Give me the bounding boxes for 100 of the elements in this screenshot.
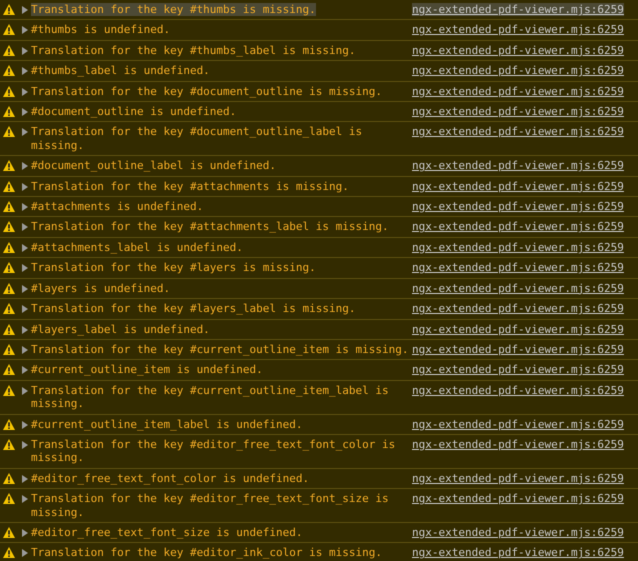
source-link[interactable]: ngx-extended-pdf-viewer.mjs:6259 xyxy=(412,125,624,139)
warning-icon xyxy=(3,472,15,484)
warning-message: Translation for the key #document_outline is missing. xyxy=(31,84,382,98)
expand-triangle-icon[interactable] xyxy=(22,284,28,293)
source-link[interactable]: ngx-extended-pdf-viewer.mjs:6259 xyxy=(412,384,624,398)
expand-triangle-icon[interactable] xyxy=(22,244,28,252)
expand-triangle-icon[interactable] xyxy=(22,108,28,116)
expand-triangle-icon[interactable] xyxy=(22,549,28,558)
source-link[interactable]: ngx-extended-pdf-viewer.mjs:6259 xyxy=(412,84,624,98)
expand-triangle-icon[interactable] xyxy=(22,182,28,191)
expand-triangle-icon[interactable] xyxy=(22,495,28,504)
warning-icon xyxy=(3,201,15,212)
warning-icon xyxy=(3,180,15,192)
warning-message: #attachments_label is undefined. xyxy=(31,240,243,254)
source-link[interactable]: ngx-extended-pdf-viewer.mjs:6259 xyxy=(412,472,624,486)
expand-triangle-icon[interactable] xyxy=(22,46,28,55)
expand-triangle-icon[interactable] xyxy=(22,223,28,232)
expand-triangle-icon[interactable] xyxy=(22,420,28,429)
warning-icon xyxy=(3,364,15,376)
source-link[interactable]: ngx-extended-pdf-viewer.mjs:6259 xyxy=(412,64,624,78)
warning-message: Translation for the key #layers_label is missing. xyxy=(31,302,356,316)
warning-message: Translation for the key #attachments is missing. xyxy=(31,180,349,193)
warning-message: #layers_label is undefined. xyxy=(31,322,210,336)
source-link[interactable]: ngx-extended-pdf-viewer.mjs:6259 xyxy=(412,363,624,377)
warning-message: #editor_free_text_font_color is undefined. xyxy=(31,472,310,485)
expand-triangle-icon[interactable] xyxy=(22,326,28,334)
expand-triangle-icon[interactable] xyxy=(22,528,28,537)
source-link[interactable]: ngx-extended-pdf-viewer.mjs:6259 xyxy=(412,261,624,275)
warning-icon xyxy=(3,160,15,172)
expand-triangle-icon[interactable] xyxy=(22,386,28,395)
warning-message: Translation for the key #thumbs is missing. xyxy=(31,3,316,16)
warning-message: Translation for the key #editor_ink_color is missing. xyxy=(31,546,382,560)
warning-icon xyxy=(3,526,15,538)
expand-triangle-icon[interactable] xyxy=(22,305,28,314)
source-link[interactable]: ngx-extended-pdf-viewer.mjs:6259 xyxy=(412,200,624,214)
warning-icon xyxy=(3,547,15,558)
warning-message: #document_outline is undefined. xyxy=(31,105,236,118)
warning-message: #layers is undefined. xyxy=(31,282,170,295)
source-link[interactable]: ngx-extended-pdf-viewer.mjs:6259 xyxy=(412,220,624,234)
warning-message: #document_outline_label is undefined. xyxy=(31,159,276,172)
warning-message: #editor_free_text_font_size is undefined. xyxy=(31,526,303,539)
source-link[interactable]: ngx-extended-pdf-viewer.mjs:6259 xyxy=(412,438,624,452)
expand-triangle-icon[interactable] xyxy=(22,162,28,170)
warning-message: Translation for the key #editor_free_text_font_size is missing. xyxy=(31,492,390,519)
source-link[interactable]: ngx-extended-pdf-viewer.mjs:6259 xyxy=(412,418,624,431)
source-link[interactable]: ngx-extended-pdf-viewer.mjs:6259 xyxy=(412,526,624,540)
expand-triangle-icon[interactable] xyxy=(22,203,28,212)
expand-triangle-icon[interactable] xyxy=(22,474,28,483)
warning-message: Translation for the key #current_outline_item_label is missing. xyxy=(31,384,390,410)
warning-icon xyxy=(3,106,15,118)
expand-triangle-icon[interactable] xyxy=(22,346,28,354)
warning-icon xyxy=(3,344,15,355)
warning-icon xyxy=(3,86,15,97)
warning-icon xyxy=(3,221,15,232)
source-link[interactable]: ngx-extended-pdf-viewer.mjs:6259 xyxy=(412,3,624,16)
warning-message: Translation for the key #attachments_label is missing. xyxy=(31,220,389,234)
warning-icon xyxy=(3,24,15,36)
warning-message: #current_outline_item_label is undefined. xyxy=(31,418,303,431)
source-link[interactable]: ngx-extended-pdf-viewer.mjs:6259 xyxy=(412,23,624,37)
expand-triangle-icon[interactable] xyxy=(22,67,28,76)
warning-icon xyxy=(3,262,15,274)
warning-message: #attachments is undefined. xyxy=(31,200,204,214)
expand-triangle-icon[interactable] xyxy=(22,88,28,96)
expand-triangle-icon[interactable] xyxy=(22,26,28,34)
warning-icon xyxy=(3,4,15,15)
warning-message: #current_outline_item is undefined. xyxy=(31,363,263,376)
warning-message: #thumbs_label is undefined. xyxy=(31,64,210,78)
source-link[interactable]: ngx-extended-pdf-viewer.mjs:6259 xyxy=(412,282,624,296)
source-link[interactable]: ngx-extended-pdf-viewer.mjs:6259 xyxy=(412,492,624,506)
warning-icon xyxy=(3,282,15,294)
warning-icon xyxy=(3,242,15,253)
expand-triangle-icon[interactable] xyxy=(22,264,28,272)
warning-icon xyxy=(3,303,15,314)
warning-message: Translation for the key #editor_free_text_font_color is missing. xyxy=(31,438,396,464)
warning-icon xyxy=(3,493,15,504)
warning-icon xyxy=(3,126,15,138)
expand-triangle-icon[interactable] xyxy=(22,6,28,14)
warning-message: Translation for the key #document_outline_label is missing. xyxy=(31,125,364,152)
source-link[interactable]: ngx-extended-pdf-viewer.mjs:6259 xyxy=(412,44,624,58)
warning-icon xyxy=(3,324,15,334)
warning-message: Translation for the key #thumbs_label is missing. xyxy=(31,44,356,57)
source-link[interactable]: ngx-extended-pdf-viewer.mjs:6259 xyxy=(412,159,624,173)
warning-icon xyxy=(3,65,15,76)
source-link[interactable]: ngx-extended-pdf-viewer.mjs:6259 xyxy=(412,180,624,194)
expand-triangle-icon[interactable] xyxy=(22,366,28,374)
source-link[interactable]: ngx-extended-pdf-viewer.mjs:6259 xyxy=(412,105,624,118)
warning-icon xyxy=(3,438,15,450)
expand-triangle-icon[interactable] xyxy=(22,440,28,449)
source-link[interactable]: ngx-extended-pdf-viewer.mjs:6259 xyxy=(412,302,624,316)
source-link[interactable]: ngx-extended-pdf-viewer.mjs:6259 xyxy=(412,546,624,560)
warning-icon xyxy=(3,384,15,396)
warning-message: Translation for the key #layers is missing. xyxy=(31,261,316,274)
source-link[interactable]: ngx-extended-pdf-viewer.mjs:6259 xyxy=(412,240,624,254)
warning-icon xyxy=(3,418,15,430)
source-link[interactable]: ngx-extended-pdf-viewer.mjs:6259 xyxy=(412,342,624,356)
warning-icon xyxy=(3,44,15,56)
expand-triangle-icon[interactable] xyxy=(22,128,28,136)
warning-message: #thumbs is undefined. xyxy=(31,23,170,36)
warning-message: Translation for the key #current_outline_item is missing. xyxy=(31,342,408,356)
source-link[interactable]: ngx-extended-pdf-viewer.mjs:6259 xyxy=(412,322,624,336)
